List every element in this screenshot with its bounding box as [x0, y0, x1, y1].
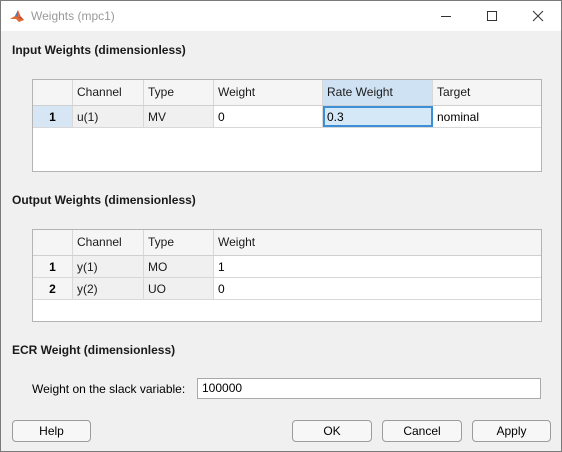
input-weights-table: Channel Type Weight Rate Weight Target 1…: [32, 79, 542, 172]
type-cell: MV: [144, 106, 214, 127]
ecr-weight-label: ECR Weight (dimensionless): [12, 343, 176, 357]
row-number-header: [33, 230, 73, 255]
table-header: Channel Type Weight: [33, 230, 541, 256]
table-row[interactable]: 2 y(2) UO 0: [33, 278, 541, 300]
apply-button[interactable]: Apply: [472, 420, 551, 442]
channel-cell: y(1): [73, 256, 144, 277]
close-button[interactable]: [515, 1, 561, 31]
type-cell: MO: [144, 256, 214, 277]
matlab-app-icon: [9, 8, 25, 24]
row-number[interactable]: 2: [33, 278, 73, 299]
close-icon: [532, 10, 544, 22]
column-header-type[interactable]: Type: [144, 80, 214, 105]
output-weights-table: Channel Type Weight 1 y(1) MO 1 2 y(2) U…: [32, 229, 542, 322]
output-weights-label: Output Weights (dimensionless): [12, 193, 196, 207]
minimize-button[interactable]: [423, 1, 469, 31]
input-weights-label: Input Weights (dimensionless): [12, 43, 186, 57]
row-number-header: [33, 80, 73, 105]
column-header-weight[interactable]: Weight: [214, 230, 541, 255]
row-number[interactable]: 1: [33, 106, 73, 127]
weight-cell[interactable]: 0: [214, 106, 323, 127]
channel-cell: y(2): [73, 278, 144, 299]
cancel-button[interactable]: Cancel: [382, 420, 462, 442]
type-cell: UO: [144, 278, 214, 299]
column-header-rate-weight[interactable]: Rate Weight: [323, 80, 433, 105]
column-header-channel[interactable]: Channel: [73, 80, 144, 105]
maximize-button[interactable]: [469, 1, 515, 31]
slack-weight-input[interactable]: 100000: [197, 378, 541, 399]
column-header-weight[interactable]: Weight: [214, 80, 323, 105]
column-header-type[interactable]: Type: [144, 230, 214, 255]
title-bar: Weights (mpc1): [1, 1, 561, 31]
row-number[interactable]: 1: [33, 256, 73, 277]
weight-cell[interactable]: 0: [214, 278, 541, 299]
column-header-channel[interactable]: Channel: [73, 230, 144, 255]
maximize-icon: [487, 11, 497, 21]
table-row[interactable]: 1 y(1) MO 1: [33, 256, 541, 278]
help-button[interactable]: Help: [12, 420, 91, 442]
channel-cell: u(1): [73, 106, 144, 127]
table-header: Channel Type Weight Rate Weight Target: [33, 80, 541, 106]
weight-cell[interactable]: 1: [214, 256, 541, 277]
column-header-target[interactable]: Target: [433, 80, 541, 105]
minimize-icon: [441, 16, 451, 17]
table-row[interactable]: 1 u(1) MV 0 0.3 nominal: [33, 106, 541, 128]
weights-dialog: Weights (mpc1) Input Weights (dimensionl…: [0, 0, 562, 452]
slack-variable-label: Weight on the slack variable:: [32, 382, 186, 396]
target-cell[interactable]: nominal: [433, 106, 541, 127]
ok-button[interactable]: OK: [292, 420, 372, 442]
window-title: Weights (mpc1): [31, 9, 115, 23]
rate-weight-cell[interactable]: 0.3: [323, 106, 433, 127]
